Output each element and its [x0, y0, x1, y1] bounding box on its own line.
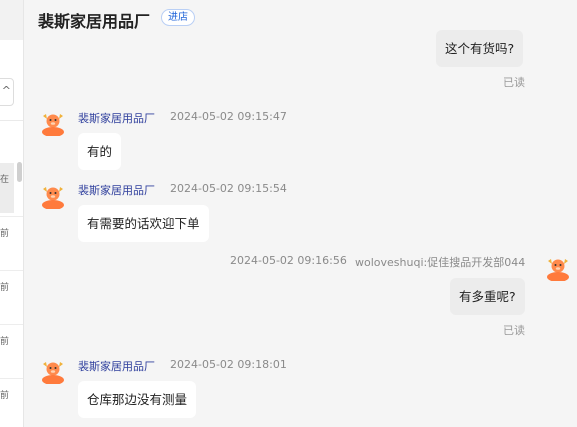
read-status: 已读: [503, 76, 525, 89]
conversation-item-text: 在: [0, 175, 10, 185]
sender-name: woloveshuqi:促佳搜品开发部044: [355, 256, 526, 269]
message-bubble: 仓库那边没有测量: [78, 381, 197, 418]
sender-name: 裴斯家居用品厂: [78, 184, 155, 197]
divider: [0, 216, 23, 217]
conversation-list: ^ 在 前 前 前 前: [0, 0, 24, 427]
sender-name: 裴斯家居用品厂: [78, 360, 155, 373]
shop-avatar-icon[interactable]: [40, 110, 66, 136]
conversation-list-header: [0, 0, 23, 40]
chat-window: ^ 在 前 前 前 前 裴斯家居用品厂 进店 这个有货吗? 已读 裴斯家居用品厂…: [0, 0, 577, 427]
message-time: 2024-05-02 09:18:01: [170, 358, 287, 371]
enter-shop-button[interactable]: 进店: [161, 9, 195, 26]
message-bubble: 有需要的话欢迎下单: [78, 205, 209, 242]
divider: [0, 270, 23, 271]
message-bubble: 这个有货吗?: [436, 30, 524, 67]
divider: [0, 378, 23, 379]
conversation-filter-dropdown[interactable]: ^: [0, 78, 14, 106]
conversation-item-text[interactable]: 前: [0, 334, 14, 347]
conversation-item-text[interactable]: 前: [0, 226, 14, 239]
message-bubble: 有的: [78, 133, 122, 170]
chevron-up-icon: ^: [1, 84, 11, 97]
message-time: 2024-05-02 09:15:47: [170, 110, 287, 123]
conversation-item-text[interactable]: 前: [0, 280, 14, 293]
divider: [0, 324, 23, 325]
scrollbar[interactable]: [17, 162, 22, 182]
conversation-item-active[interactable]: [0, 163, 14, 213]
message-bubble: 有多重呢?: [450, 278, 525, 315]
shop-avatar-icon[interactable]: [40, 183, 66, 209]
read-status: 已读: [503, 324, 525, 337]
divider: [0, 120, 23, 121]
message-time: 2024-05-02 09:15:54: [170, 182, 287, 195]
shop-avatar-icon[interactable]: [40, 358, 66, 384]
user-avatar-icon[interactable]: [545, 255, 571, 281]
sender-name: 裴斯家居用品厂: [78, 112, 155, 125]
shop-name[interactable]: 裴斯家居用品厂: [38, 8, 150, 32]
conversation-item-text[interactable]: 前: [0, 388, 14, 401]
message-time: 2024-05-02 09:16:56: [230, 254, 347, 267]
